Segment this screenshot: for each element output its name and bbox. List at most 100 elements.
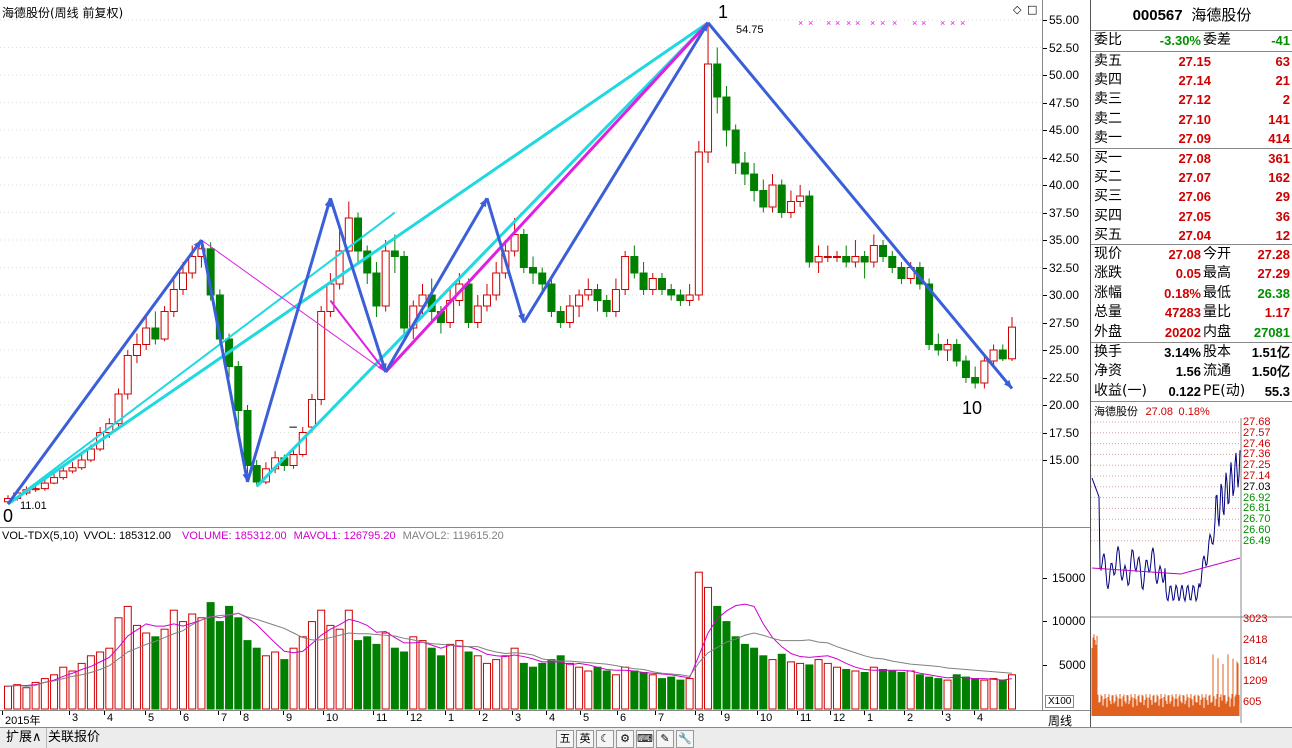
time-label: 5	[148, 712, 155, 724]
stat-value2: 27.29	[1257, 266, 1290, 282]
stat-label2: 最高	[1203, 265, 1231, 282]
candle-body	[307, 399, 316, 428]
buy-qty: 162	[1268, 170, 1290, 186]
volume-bar	[694, 571, 703, 710]
keyboard-icon[interactable]: ⌨	[636, 730, 654, 748]
volume-bar	[482, 662, 491, 710]
volume-bar	[519, 662, 528, 710]
related-quote-tab[interactable]: 关联报价	[44, 728, 104, 748]
tool-english-icon[interactable]: 英	[576, 730, 594, 748]
volume-bar	[252, 647, 261, 710]
volume-bar	[169, 609, 178, 710]
volume-bar	[31, 681, 40, 710]
buy-label: 买五	[1094, 226, 1122, 243]
price-tick: 27.50	[1049, 315, 1080, 330]
main-kline-chart[interactable]: 海德股份(周线 前复权) ◇ □ × × × × × × × × × × × × × × 1 54.75 …	[0, 0, 1042, 527]
volume-chart[interactable]: VOL-TDX(5,10) VVOL: 185312.00 VOLUME: 18…	[0, 527, 1042, 711]
volume-bar	[317, 609, 326, 710]
wave-label-end: 10	[962, 398, 983, 418]
volume-axis: 15000 10000 5000 X100	[1042, 527, 1091, 711]
cyan-trend-line	[255, 21, 710, 488]
sell-row[interactable]: 卖一 27.09 414	[1091, 129, 1292, 148]
fund-label: 换手	[1094, 344, 1122, 360]
divider	[1091, 401, 1292, 402]
candle-body	[40, 482, 49, 490]
time-tick-mark	[655, 711, 656, 715]
time-tick-mark	[617, 711, 618, 715]
volume-bar	[188, 613, 197, 710]
sell-row[interactable]: 卖四 27.14 21	[1091, 71, 1292, 90]
time-tick-mark	[974, 711, 975, 715]
fund-label2: 流通	[1203, 363, 1231, 380]
sell-row[interactable]: 卖五 27.15 63	[1091, 52, 1292, 71]
time-label: 1	[867, 712, 874, 724]
candle-body	[639, 272, 648, 290]
volume-bar	[888, 670, 897, 710]
blue-wave-line	[707, 22, 1013, 389]
price-axis: 55.00 52.50 50.00 47.50 45.00 42.50 40.00 37.50…	[1042, 0, 1091, 527]
volume-canvas	[4, 571, 1016, 710]
signal-marker: ×	[892, 18, 897, 28]
stat-value: 47283	[1164, 305, 1201, 321]
expand-tab[interactable]: 扩展∧	[2, 728, 47, 748]
time-tick-mark	[69, 711, 70, 715]
vol-unit-label: X100	[1045, 695, 1075, 708]
candle-body	[961, 360, 970, 378]
volume-bar	[436, 655, 445, 710]
wrench-icon[interactable]: 🔧	[676, 730, 694, 748]
fundamental-row: 换手 3.14% 股本 1.51亿	[1091, 343, 1292, 362]
buy-row[interactable]: 买五 27.04 12	[1091, 226, 1292, 245]
time-tick-mark	[479, 711, 480, 715]
candle-body	[151, 327, 160, 340]
volume-bar	[593, 666, 602, 710]
time-label: 10	[326, 712, 339, 724]
candle-body	[989, 349, 998, 362]
moon-icon[interactable]: ☾	[596, 730, 614, 748]
pen-icon[interactable]: ✎	[656, 730, 674, 748]
price-tick: 17.50	[1049, 425, 1080, 440]
time-tick-mark	[218, 711, 219, 715]
volume-bar	[814, 659, 823, 710]
volume-bar	[879, 668, 888, 710]
fund-label: 净资	[1094, 363, 1122, 380]
stat-row: 外盘 20202 内盘 27081	[1091, 323, 1292, 342]
price-tick: 37.50	[1049, 205, 1080, 220]
buy-qty: 29	[1275, 189, 1290, 205]
volume-bar	[354, 640, 363, 710]
intraday-price: 27.08	[1145, 406, 1174, 418]
sell-row[interactable]: 卖三 27.12 2	[1091, 90, 1292, 109]
volume-bar	[243, 640, 252, 710]
stat-label: 现价	[1094, 246, 1122, 262]
volume-bar	[731, 636, 740, 710]
gear-icon[interactable]: ⚙	[616, 730, 634, 748]
candle-body	[805, 195, 814, 263]
candle-body	[169, 289, 178, 312]
volume-bar	[796, 662, 805, 710]
price-tick: 45.00	[1049, 123, 1080, 137]
price-tick: 52.50	[1049, 40, 1080, 55]
buy-row[interactable]: 买一 27.08 361	[1091, 149, 1292, 168]
buy-row[interactable]: 买三 27.06 29	[1091, 187, 1292, 206]
sell-row[interactable]: 卖二 27.10 141	[1091, 110, 1292, 129]
buy-row[interactable]: 买二 27.07 162	[1091, 168, 1292, 187]
intraday-avg-line	[1091, 557, 1241, 575]
candle-body	[59, 470, 68, 479]
candle-body	[317, 311, 326, 400]
volume-bar	[759, 655, 768, 710]
candle-body	[676, 294, 685, 301]
weicha-label: 委差	[1203, 32, 1231, 48]
volume-bar	[261, 655, 270, 710]
volume-bar	[989, 678, 998, 710]
candle-body	[381, 250, 390, 307]
time-label: 2015年	[5, 715, 41, 727]
vol-tick-mark	[1043, 621, 1047, 622]
tool-five-icon[interactable]: 五	[556, 730, 574, 748]
buy-row[interactable]: 买四 27.05 36	[1091, 207, 1292, 226]
candle-body	[621, 256, 630, 290]
quote-panel: 000567 海德股份 委比 -3.30% 委差 -41 卖五 27.15 63 卖四…	[1090, 0, 1292, 727]
signal-marker: ×	[846, 18, 851, 28]
time-label: 7	[658, 712, 665, 724]
candle-body	[611, 289, 620, 312]
stat-value2: 26.38	[1257, 285, 1290, 301]
volume-bar	[961, 676, 970, 710]
